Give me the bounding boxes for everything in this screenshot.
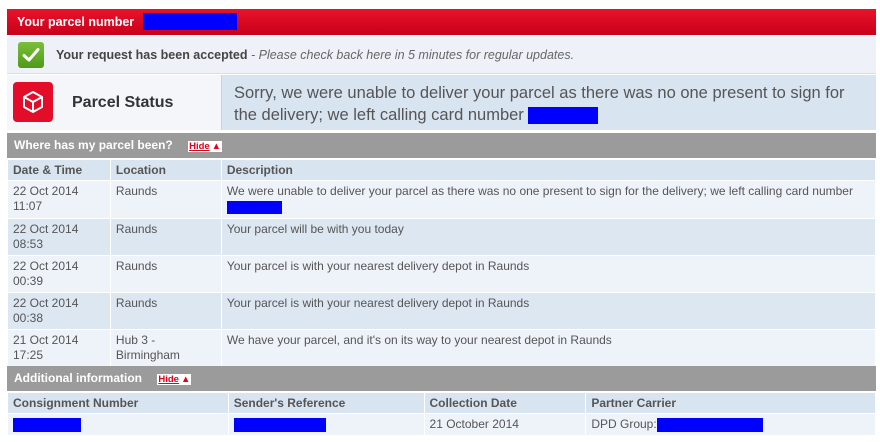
history-section-title: Where has my parcel been? bbox=[14, 138, 173, 152]
cell-senders-reference bbox=[227, 413, 425, 436]
table-row: 21 October 2014 DPD Group: bbox=[7, 413, 876, 436]
table-row: 22 Oct 2014 08:53 Raunds Your parcel will… bbox=[7, 218, 877, 256]
check-icon bbox=[18, 42, 44, 68]
cell-date-time: 22 Oct 2014 11:07 bbox=[7, 180, 111, 219]
column-header-description: Description bbox=[220, 159, 877, 181]
cell-location: Raunds bbox=[109, 292, 222, 330]
column-header-consignment: Consignment Number bbox=[7, 392, 229, 414]
table-row: 22 Oct 2014 00:39 Raunds Your parcel is w… bbox=[7, 255, 877, 293]
row-description: Your parcel is with your nearest deliver… bbox=[226, 296, 530, 310]
row-location: Raunds bbox=[115, 259, 158, 273]
triangle-up-icon: ▲ bbox=[211, 141, 222, 152]
cell-date-time: 21 Oct 2014 17:25 bbox=[7, 329, 111, 367]
row-time: 11:07 bbox=[13, 199, 43, 213]
additional-hide-label: Hide bbox=[158, 374, 179, 385]
table-row: 21 Oct 2014 17:25 Hub 3 - Birmingham We ha… bbox=[7, 329, 877, 367]
row-description: We have your parcel, and it's on its way… bbox=[226, 333, 612, 347]
parcel-box-icon bbox=[13, 82, 53, 122]
cell-location: Hub 3 - Birmingham bbox=[109, 329, 222, 367]
additional-hide-link[interactable]: Hide ▲ bbox=[157, 374, 192, 385]
cell-date-time: 22 Oct 2014 08:53 bbox=[7, 218, 111, 256]
triangle-up-icon: ▲ bbox=[180, 374, 191, 385]
tracking-header-row: Date & Time Location Description bbox=[7, 159, 877, 181]
consignment-number-redacted bbox=[13, 417, 81, 432]
cell-location: Raunds bbox=[109, 218, 222, 256]
column-header-partner-carrier: Partner Carrier bbox=[585, 392, 876, 414]
partner-carrier-redacted bbox=[656, 417, 763, 432]
additional-info-section-header: Additional information Hide ▲ bbox=[7, 366, 876, 391]
accepted-bold-text: Your request has been accepted bbox=[56, 48, 248, 62]
additional-header-row: Consignment Number Sender's Reference Co… bbox=[7, 392, 876, 414]
tracking-history-table: Date & Time Location Description 22 Oct … bbox=[7, 159, 877, 367]
history-hide-link[interactable]: Hide ▲ bbox=[188, 141, 223, 152]
parcel-status-title: Parcel Status bbox=[72, 94, 174, 111]
row-description: Your parcel will be with you today bbox=[226, 222, 404, 236]
row-time: 17:25 bbox=[13, 348, 44, 362]
row-location: Hub 3 - bbox=[115, 333, 156, 347]
table-row: 22 Oct 2014 11:07 Raunds We were unable t… bbox=[7, 180, 877, 219]
calling-card-redacted bbox=[527, 107, 598, 125]
row-location: Raunds bbox=[115, 184, 158, 198]
column-header-location: Location bbox=[109, 159, 222, 181]
accepted-message: Your request has been accepted - Please … bbox=[56, 48, 574, 62]
row-time: 08:53 bbox=[13, 237, 44, 251]
column-header-date-time: Date & Time bbox=[7, 159, 111, 181]
row-location: Raunds bbox=[115, 296, 158, 310]
parcel-status-panel: Parcel Status bbox=[7, 75, 222, 130]
table-row: 22 Oct 2014 00:38 Raunds Your parcel is w… bbox=[7, 292, 877, 330]
row-time: 00:39 bbox=[13, 274, 44, 288]
row-description: We were unable to deliver your parcel as… bbox=[226, 184, 853, 198]
cell-consignment-number bbox=[7, 413, 229, 436]
row-date: 22 Oct 2014 bbox=[13, 184, 79, 198]
row-date: 22 Oct 2014 bbox=[13, 222, 79, 236]
cell-description: Your parcel is with your nearest deliver… bbox=[220, 292, 877, 330]
cell-location: Raunds bbox=[109, 180, 222, 219]
cell-location: Raunds bbox=[109, 255, 222, 293]
row-location: Raunds bbox=[115, 222, 158, 236]
parcel-number-bar: Your parcel number bbox=[7, 9, 876, 35]
partner-carrier-label: DPD Group: bbox=[591, 417, 657, 431]
history-section-header: Where has my parcel been? Hide ▲ bbox=[7, 133, 876, 158]
cell-description: Your parcel is with your nearest deliver… bbox=[220, 255, 877, 293]
accepted-italic-text: - Please check back here in 5 minutes fo… bbox=[247, 48, 575, 62]
senders-reference-redacted bbox=[233, 417, 326, 432]
additional-info-table: Consignment Number Sender's Reference Co… bbox=[7, 392, 876, 436]
cell-description: Your parcel will be with you today bbox=[220, 218, 877, 256]
parcel-number-redacted bbox=[142, 13, 237, 31]
history-hide-label: Hide bbox=[189, 141, 210, 152]
row-description: Your parcel is with your nearest deliver… bbox=[226, 259, 530, 273]
cell-date-time: 22 Oct 2014 00:39 bbox=[7, 255, 111, 293]
row-date: 21 Oct 2014 bbox=[13, 333, 79, 347]
calling-card-redacted bbox=[226, 200, 282, 214]
cell-partner-carrier: DPD Group: bbox=[585, 413, 876, 436]
additional-info-title: Additional information bbox=[14, 371, 142, 385]
cell-collection-date: 21 October 2014 bbox=[423, 413, 587, 436]
column-header-senders-reference: Sender's Reference bbox=[227, 392, 425, 414]
row-date: 22 Oct 2014 bbox=[13, 259, 79, 273]
row-date: 22 Oct 2014 bbox=[13, 296, 79, 310]
column-header-collection-date: Collection Date bbox=[423, 392, 587, 414]
request-accepted-notice: Your request has been accepted - Please … bbox=[7, 36, 876, 74]
row-time: 00:38 bbox=[13, 311, 44, 325]
row-location-line2: Birmingham bbox=[115, 348, 180, 362]
cell-description: We were unable to deliver your parcel as… bbox=[220, 180, 877, 219]
cell-date-time: 22 Oct 2014 00:38 bbox=[7, 292, 111, 330]
cell-description: We have your parcel, and it's on its way… bbox=[220, 329, 877, 367]
parcel-number-label: Your parcel number bbox=[17, 15, 135, 29]
parcel-status-message: Sorry, we were unable to deliver your pa… bbox=[222, 75, 876, 130]
